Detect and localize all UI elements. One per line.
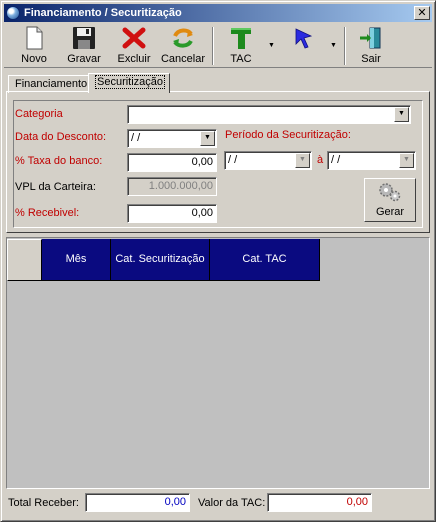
exit-button[interactable]: Sair [348,24,394,67]
periodo-de-value: / / [228,154,238,166]
calendar-dropdown-icon[interactable]: ▼ [399,153,414,168]
blue-arrow-cursor-icon [295,28,313,49]
new-button[interactable]: Novo [11,24,57,67]
gerar-button-label: Gerar [375,206,405,218]
calendar-dropdown-icon[interactable]: ▼ [295,153,310,168]
app-globe-icon [6,6,20,20]
tac-button-label: TAC [230,53,252,65]
main-window: Financiamento / Securitização ✕ Novo Gra… [0,0,436,522]
data-desconto-label: Data do Desconto: [15,131,107,143]
grid-corner-cell [7,239,42,281]
new-document-icon [26,26,43,50]
exit-door-icon [360,27,381,49]
form-group-box: Categoria ▼ Data do Desconto: / / ▼ Perí… [13,100,423,228]
tab-securitizacao-label: Securitização [95,75,166,89]
tab-financiamento-label: Financiamento [15,78,88,90]
pointer-button[interactable] [280,24,326,67]
tac-button[interactable]: TAC [218,24,264,67]
recebivel-label: % Recebivel: [15,207,80,219]
gerar-button[interactable]: Gerar [364,178,416,222]
pointer-dropdown-arrow-icon[interactable]: ▼ [330,42,337,49]
toolbar-separator [212,27,214,65]
data-desconto-value: / / [131,132,141,144]
results-grid[interactable]: Mês Cat. Securitização Cat. TAC [6,237,430,489]
close-button[interactable]: ✕ [414,6,430,20]
total-receber-label: Total Receber: [8,497,79,509]
periodo-ate-value: / / [331,154,341,166]
recebivel-input[interactable]: 0,00 [127,204,217,223]
taxa-banco-input[interactable]: 0,00 [127,153,217,172]
vpl-input: 1.000.000,00 [127,177,217,196]
title-bar: Financiamento / Securitização ✕ [4,4,432,22]
delete-button[interactable]: Excluir [111,24,157,67]
tab-securitizacao[interactable]: Securitização [88,73,170,93]
periodo-ate-input[interactable]: / / ▼ [327,151,416,170]
chevron-down-icon[interactable]: ▼ [394,107,409,122]
grid-header-cat-securitizacao[interactable]: Cat. Securitização [111,239,210,281]
delete-button-label: Excluir [117,53,151,65]
tac-dropdown-arrow-icon[interactable]: ▼ [268,42,275,49]
save-button[interactable]: Gravar [61,24,107,67]
undo-arrows-icon [173,28,193,48]
cancel-button-label: Cancelar [160,53,206,65]
calendar-dropdown-icon[interactable]: ▼ [200,131,215,146]
total-receber-field: 0,00 [85,493,190,512]
data-desconto-input[interactable]: / / ▼ [127,129,217,148]
grid-header-cat-tac[interactable]: Cat. TAC [210,239,320,281]
save-button-label: Gravar [67,53,101,65]
cancel-button[interactable]: Cancelar [160,24,206,67]
toolbar-separator [344,27,346,65]
green-t-icon [231,28,251,49]
taxa-banco-label: % Taxa do banco: [15,155,103,167]
periodo-label: Período da Securitização: [225,129,351,141]
vpl-label: VPL da Carteira: [15,181,96,193]
exit-button-label: Sair [361,53,381,65]
periodo-separator: à [317,154,324,166]
securitizacao-panel: Categoria ▼ Data do Desconto: / / ▼ Perí… [6,91,430,233]
toolbar: Novo Gravar Excluir Cancelar TAC ▼ ▼ Sai… [4,24,432,68]
floppy-disk-icon [73,27,95,49]
periodo-de-input[interactable]: / / ▼ [224,151,312,170]
categoria-label: Categoria [15,108,63,120]
valor-tac-field: 0,00 [267,493,372,512]
valor-tac-label: Valor da TAC: [198,497,266,509]
red-x-icon [122,27,146,49]
grid-header-mes[interactable]: Mês [42,239,111,281]
gears-icon [379,183,401,202]
new-button-label: Novo [21,53,47,65]
window-title: Financiamento / Securitização [24,7,182,19]
categoria-select[interactable]: ▼ [127,105,411,124]
